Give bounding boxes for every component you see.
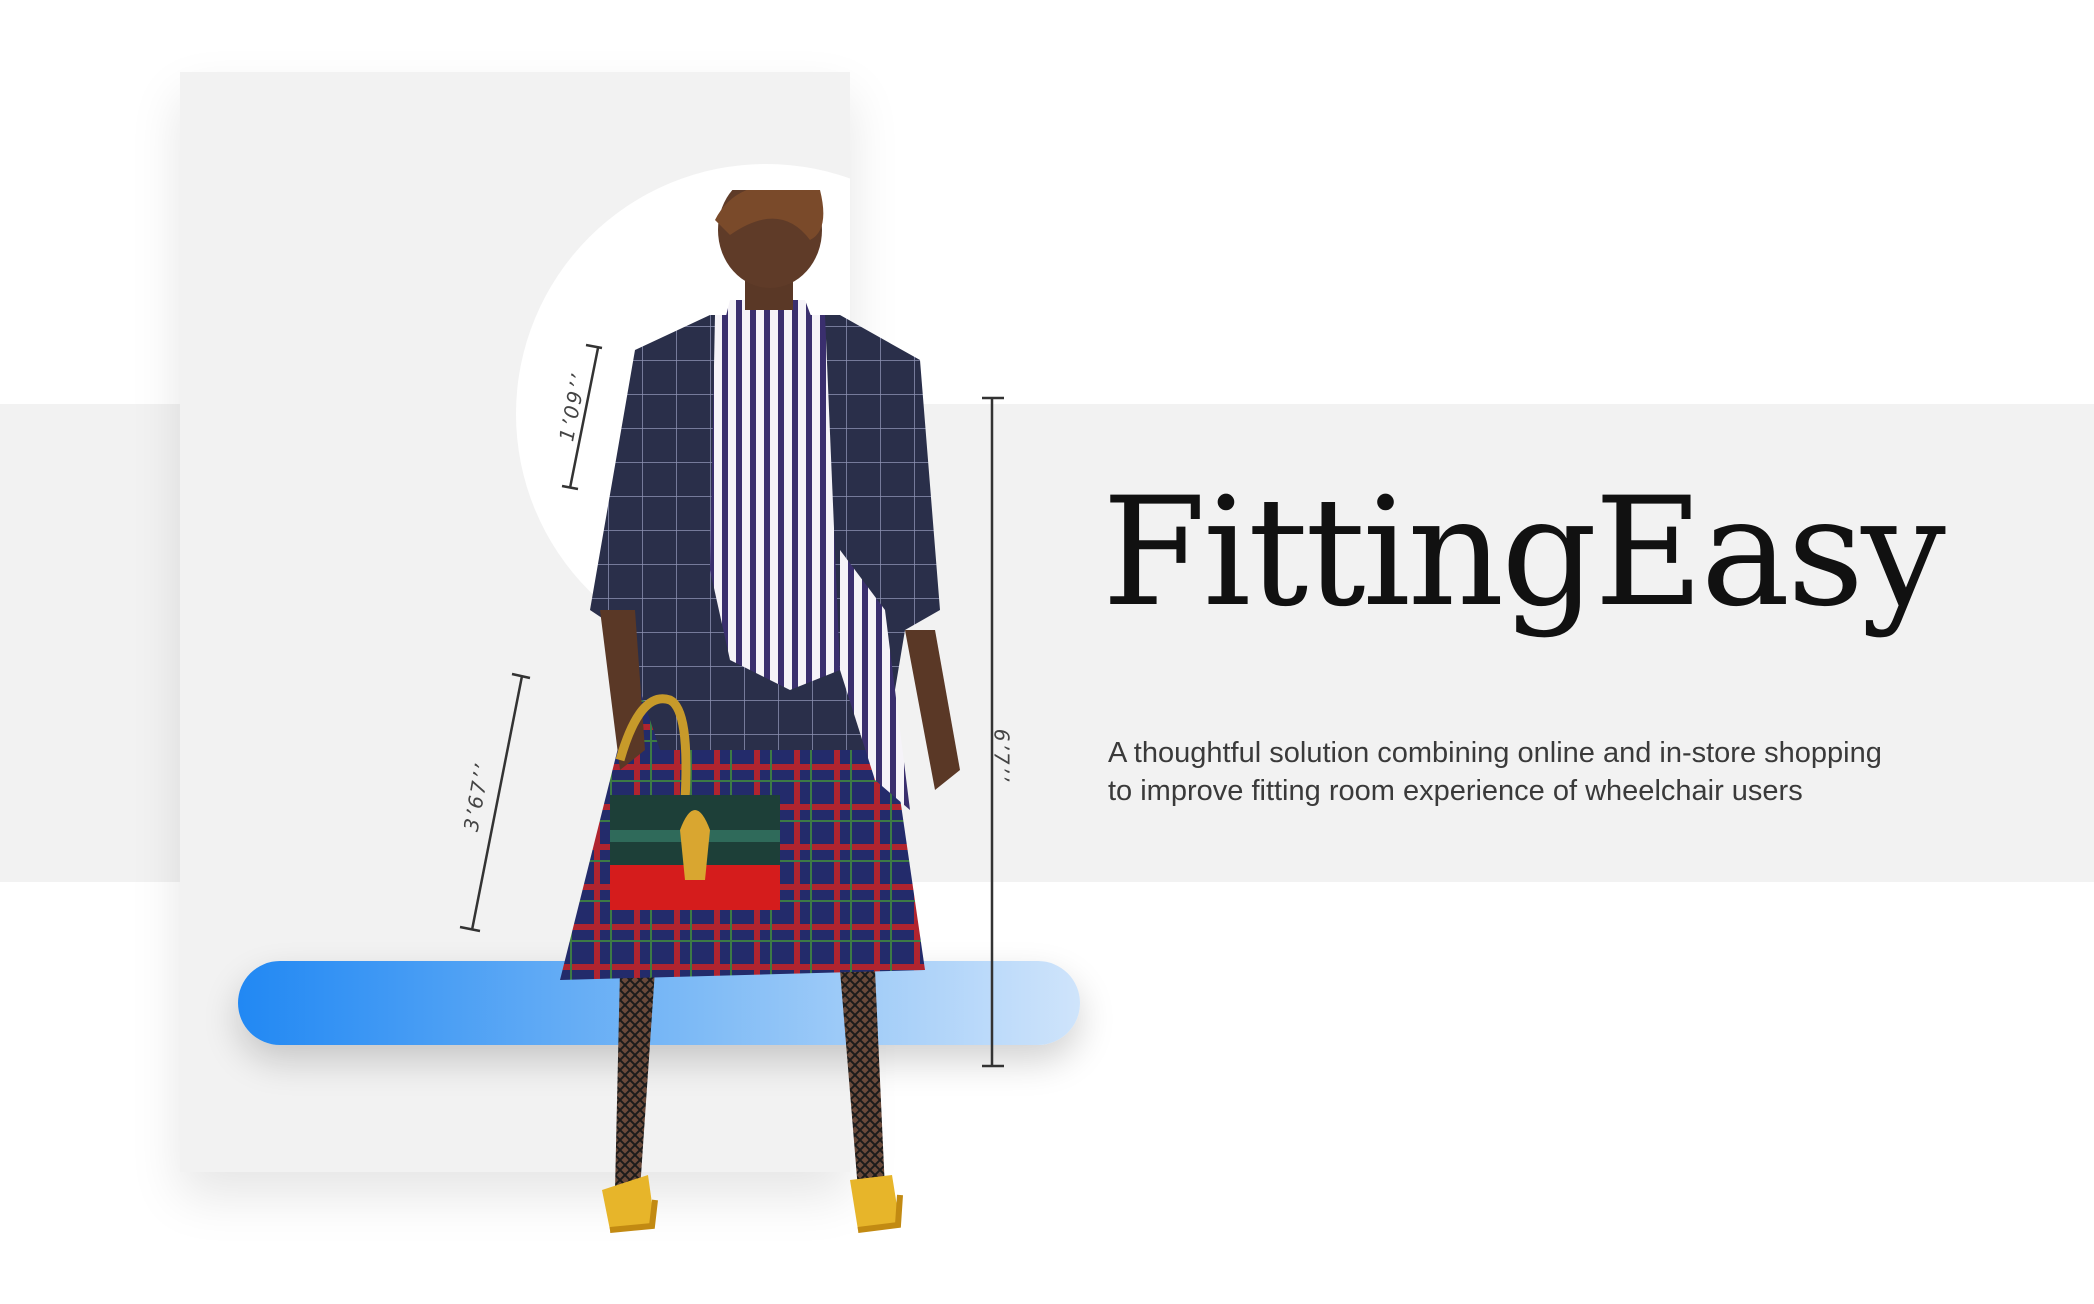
measurement-lines <box>459 343 1004 1068</box>
brand-title: FittingEasy <box>1102 466 1946 640</box>
tagline-line-2: to improve fitting room experience of wh… <box>1108 775 1803 807</box>
tagline-line-1: A thoughtful solution combining online a… <box>1108 737 1882 769</box>
height-measure-label: 6’7’’ <box>989 728 1014 784</box>
model-photo <box>560 190 960 1233</box>
brand-tagline: A thoughtful solution combining online a… <box>1108 734 1988 810</box>
